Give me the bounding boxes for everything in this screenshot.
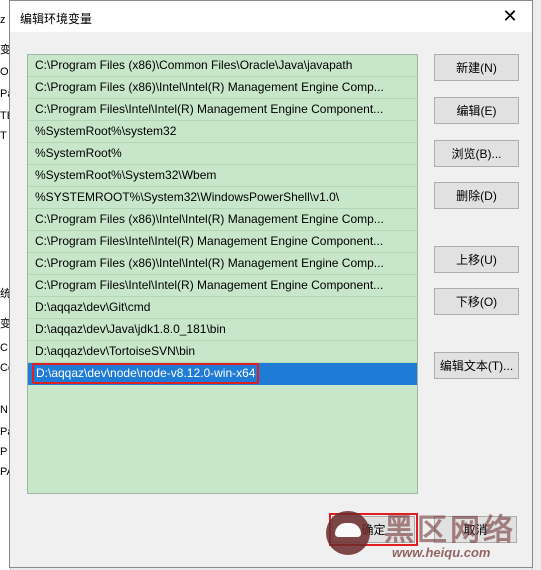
path-list-item[interactable]: C:\Program Files\Intel\Intel(R) Manageme… [28, 99, 417, 121]
new-button[interactable]: 新建(N) [434, 54, 519, 81]
edit-env-variable-dialog: 编辑环境变量 ✕ C:\Program Files (x86)\Common F… [9, 0, 533, 568]
move-down-button[interactable]: 下移(O) [434, 288, 519, 315]
watermark-url: www.heiqu.com [392, 545, 491, 560]
path-list-item[interactable]: C:\Program Files (x86)\Intel\Intel(R) Ma… [28, 253, 417, 275]
path-list-item-label: C:\Program Files\Intel\Intel(R) Manageme… [35, 102, 384, 116]
path-list-item[interactable]: %SystemRoot%\System32\Wbem [28, 165, 417, 187]
path-list-item[interactable]: %SYSTEMROOT%\System32\WindowsPowerShell\… [28, 187, 417, 209]
path-list-item-label: D:\aqqaz\dev\node\node-v8.12.0-win-x64 [32, 363, 260, 384]
cancel-button[interactable]: 取消 [434, 516, 517, 543]
bg-text: O [0, 66, 9, 78]
edit-text-button[interactable]: 编辑文本(T)... [434, 352, 519, 379]
path-list-item-label: C:\Program Files (x86)\Common Files\Orac… [35, 58, 353, 72]
path-list-item-label: C:\Program Files (x86)\Intel\Intel(R) Ma… [35, 256, 384, 270]
bg-text: z [0, 14, 6, 26]
bg-text: C [0, 342, 8, 354]
path-list-item[interactable]: D:\aqqaz\dev\TortoiseSVN\bin [28, 341, 417, 363]
path-list-item-label: D:\aqqaz\dev\TortoiseSVN\bin [35, 344, 196, 358]
bg-text: T [0, 130, 7, 142]
path-list-item[interactable]: %SystemRoot%\system32 [28, 121, 417, 143]
close-icon: ✕ [502, 6, 518, 26]
dialog-title: 编辑环境变量 [20, 12, 93, 26]
path-list-item-label: %SystemRoot%\System32\Wbem [35, 168, 217, 182]
path-list-item-label: D:\aqqaz\dev\Git\cmd [35, 300, 151, 314]
path-list-item[interactable]: C:\Program Files (x86)\Common Files\Orac… [28, 55, 417, 77]
title-bar: 编辑环境变量 ✕ [10, 1, 532, 32]
path-list-item-label: %SYSTEMROOT%\System32\WindowsPowerShell\… [35, 190, 340, 204]
close-button[interactable]: ✕ [488, 1, 532, 32]
edit-button[interactable]: 编辑(E) [434, 97, 519, 124]
move-up-button[interactable]: 上移(U) [434, 246, 519, 273]
browse-button[interactable]: 浏览(B)... [434, 140, 519, 167]
background-window-right [532, 0, 541, 570]
delete-button[interactable]: 删除(D) [434, 182, 519, 209]
path-list-item-label: D:\aqqaz\dev\Java\jdk1.8.0_181\bin [35, 322, 226, 336]
path-list-item-label: %SystemRoot% [35, 146, 122, 160]
path-list-item-label: C:\Program Files\Intel\Intel(R) Manageme… [35, 234, 384, 248]
path-list-item-label: C:\Program Files (x86)\Intel\Intel(R) Ma… [35, 212, 384, 226]
bg-text: P [0, 446, 8, 458]
path-list-item[interactable]: C:\Program Files\Intel\Intel(R) Manageme… [28, 231, 417, 253]
path-list-item[interactable]: D:\aqqaz\dev\Git\cmd [28, 297, 417, 319]
path-list-item[interactable]: C:\Program Files (x86)\Intel\Intel(R) Ma… [28, 77, 417, 99]
path-list-item[interactable]: C:\Program Files (x86)\Intel\Intel(R) Ma… [28, 209, 417, 231]
path-list-item[interactable]: %SystemRoot% [28, 143, 417, 165]
path-list-item[interactable]: D:\aqqaz\dev\node\node-v8.12.0-win-x64 [28, 363, 417, 385]
ok-button[interactable]: 确定 [329, 513, 418, 546]
path-list-item-label: %SystemRoot%\system32 [35, 124, 177, 138]
path-list-item-label: C:\Program Files\Intel\Intel(R) Manageme… [35, 278, 384, 292]
path-list-item[interactable]: C:\Program Files\Intel\Intel(R) Manageme… [28, 275, 417, 297]
path-list-item[interactable]: D:\aqqaz\dev\Java\jdk1.8.0_181\bin [28, 319, 417, 341]
bg-text: N [0, 404, 8, 416]
path-list-item-label: C:\Program Files (x86)\Intel\Intel(R) Ma… [35, 80, 384, 94]
path-list[interactable]: C:\Program Files (x86)\Common Files\Orac… [27, 54, 418, 494]
